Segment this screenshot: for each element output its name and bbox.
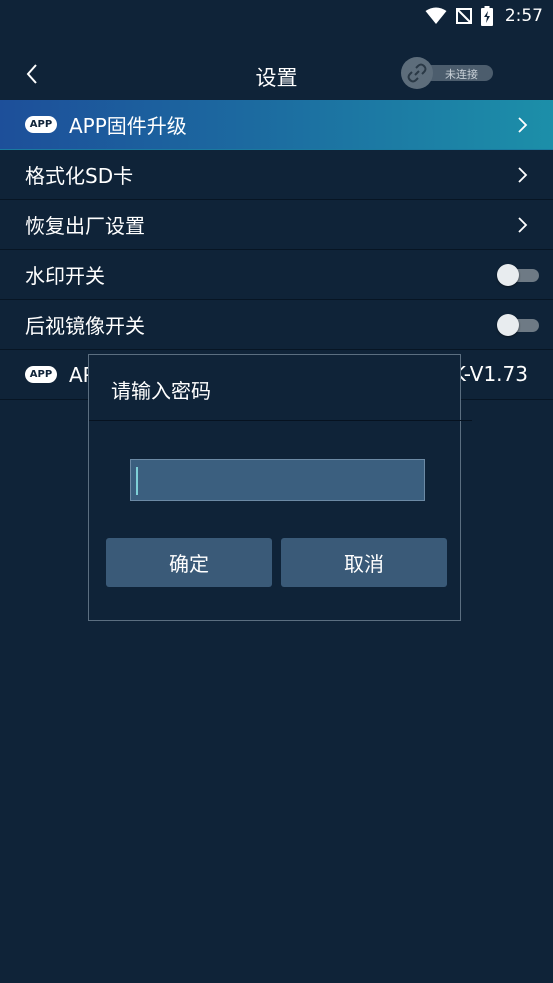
settings-item-label: 水印开关 (25, 264, 105, 288)
cancel-button[interactable]: 取消 (281, 538, 447, 587)
app-badge-icon: APP (25, 366, 57, 383)
settings-item-rear-mirror: 后视镜像开关 (0, 300, 553, 350)
chevron-right-icon (518, 167, 528, 183)
no-signal-icon (455, 8, 472, 24)
watermark-toggle[interactable] (497, 264, 539, 286)
settings-item-label: 恢复出厂设置 (25, 214, 145, 238)
link-icon (407, 63, 427, 83)
text-caret (136, 467, 138, 495)
status-time: 2:57 (504, 6, 543, 26)
connection-label: 未连接 (445, 68, 478, 81)
password-dialog: 请输入密码 确定 取消 (88, 354, 472, 621)
settings-item-watermark: 水印开关 (0, 250, 553, 300)
settings-item-label: 后视镜像开关 (25, 314, 145, 338)
settings-item-factory-reset[interactable]: 恢复出厂设置 (0, 200, 553, 250)
status-bar: 2:57 (0, 0, 553, 32)
settings-item-format-sd[interactable]: 格式化SD卡 (0, 150, 553, 200)
toggle-knob (497, 264, 519, 286)
chevron-right-icon (518, 117, 528, 133)
password-input[interactable] (130, 459, 425, 501)
settings-item-firmware-upgrade[interactable]: APP APP固件升级 (0, 100, 553, 150)
settings-item-label: 格式化SD卡 (25, 164, 134, 188)
dialog-title: 请输入密码 (111, 379, 211, 403)
header: 设置 未连接 (0, 48, 553, 100)
settings-item-label: APP固件升级 (69, 114, 187, 138)
wifi-icon (425, 7, 447, 24)
connection-status-switch[interactable]: 未连接 (401, 57, 495, 89)
battery-charging-icon (480, 6, 493, 26)
app-badge-icon: APP (25, 116, 57, 133)
connection-knob (401, 57, 433, 89)
chevron-right-icon (518, 217, 528, 233)
confirm-button[interactable]: 确定 (106, 538, 272, 587)
rear-mirror-toggle[interactable] (497, 314, 539, 336)
version-value: K-V1.73 (452, 362, 528, 386)
toggle-knob (497, 314, 519, 336)
dialog-divider (89, 420, 472, 421)
